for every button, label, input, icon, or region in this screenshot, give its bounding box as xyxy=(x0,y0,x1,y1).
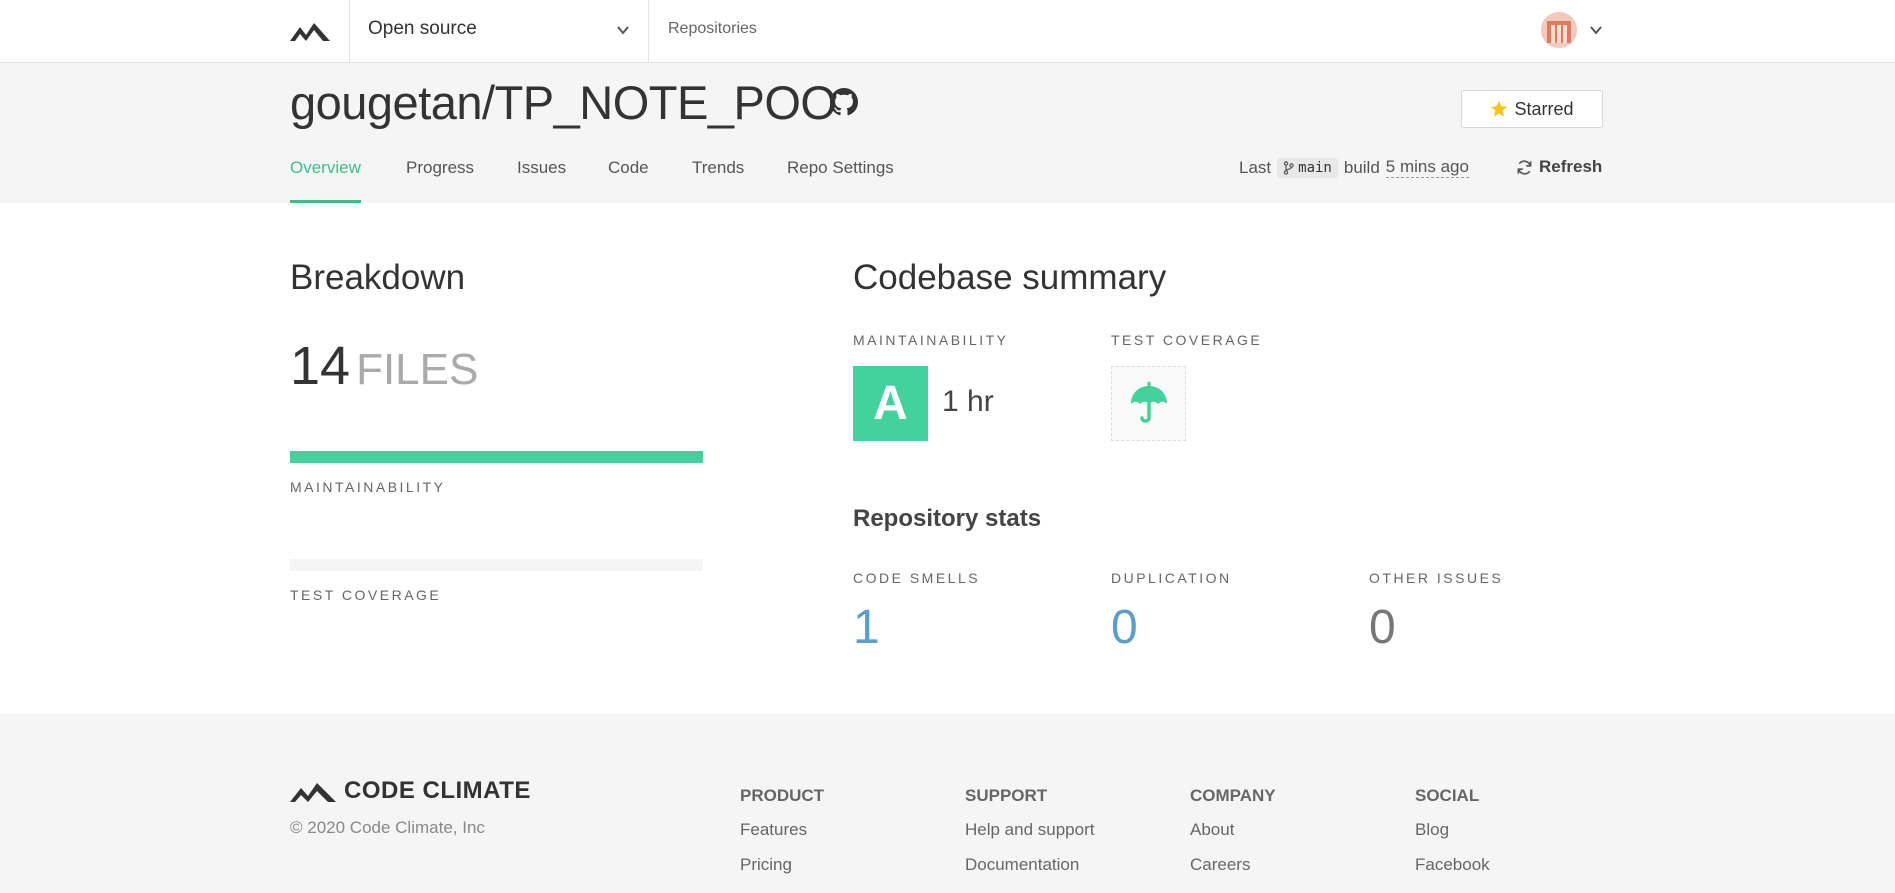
footer-column-support: SUPPORT Help and support Documentation xyxy=(965,786,1094,890)
chevron-down-icon xyxy=(617,26,629,35)
footer-link-help[interactable]: Help and support xyxy=(965,820,1094,840)
other-issues-label: OTHER ISSUES xyxy=(1369,570,1504,586)
refresh-label: Refresh xyxy=(1539,157,1603,176)
tab-repo-settings[interactable]: Repo Settings xyxy=(787,158,894,203)
umbrella-icon xyxy=(1130,381,1167,423)
nav-divider xyxy=(648,0,649,62)
footer-link-pricing[interactable]: Pricing xyxy=(740,855,824,875)
summary-maintainability-label: MAINTAINABILITY xyxy=(853,332,1009,348)
duplication-count[interactable]: 0 xyxy=(1111,600,1138,655)
top-navigation: Open source Repositories xyxy=(0,0,1895,63)
duplication-label: DUPLICATION xyxy=(1111,570,1232,586)
footer-link-features[interactable]: Features xyxy=(740,820,824,840)
maintainability-bar[interactable] xyxy=(290,451,703,463)
build-time-ago[interactable]: 5 mins ago xyxy=(1385,157,1469,178)
code-smells-label: CODE SMELLS xyxy=(853,570,981,586)
footer-column-company: COMPANY About Careers xyxy=(1190,786,1276,890)
copyright: © 2020 Code Climate, Inc xyxy=(290,818,485,837)
files-count-unit: FILES xyxy=(356,345,479,394)
footer-logo[interactable]: CODE CLIMATE xyxy=(290,777,531,805)
user-avatar-icon xyxy=(1541,12,1577,48)
footer-link-facebook[interactable]: Facebook xyxy=(1415,855,1490,875)
github-icon[interactable] xyxy=(830,88,858,116)
branch-name: main xyxy=(1298,159,1332,176)
footer-brand-name: CODE CLIMATE xyxy=(344,777,531,804)
files-count: 14 FILES xyxy=(290,335,478,397)
code-climate-logo-icon[interactable] xyxy=(290,17,330,43)
tab-trends[interactable]: Trends xyxy=(692,158,744,203)
test-coverage-placeholder[interactable] xyxy=(1111,366,1186,441)
avatar[interactable] xyxy=(1541,12,1577,48)
footer-link-documentation[interactable]: Documentation xyxy=(965,855,1094,875)
footer-column-social: SOCIAL Blog Facebook xyxy=(1415,786,1490,890)
footer-column-product: PRODUCT Features Pricing xyxy=(740,786,824,890)
git-branch-icon xyxy=(1283,160,1294,175)
footer-heading: SOCIAL xyxy=(1415,786,1480,805)
last-build-info: Last main build 5 mins ago xyxy=(1239,157,1469,178)
repo-header: gougetan/TP_NOTE_POO Starred Overview Pr… xyxy=(0,63,1895,203)
footer-heading: COMPANY xyxy=(1190,786,1276,805)
maintainability-remediation-time: 1 hr xyxy=(942,385,994,418)
star-button[interactable]: Starred xyxy=(1461,90,1603,128)
organization-select-label: Open source xyxy=(368,18,477,39)
footer-heading: PRODUCT xyxy=(740,786,825,805)
footer: CODE CLIMATE © 2020 Code Climate, Inc PR… xyxy=(0,714,1895,893)
breakdown-title: Breakdown xyxy=(290,258,466,297)
maintainability-grade-badge[interactable]: A xyxy=(853,366,928,441)
codebase-summary-title: Codebase summary xyxy=(853,258,1167,297)
nav-repositories-link[interactable]: Repositories xyxy=(668,20,757,38)
refresh-icon xyxy=(1517,159,1532,175)
maintainability-bar-fill xyxy=(290,451,703,463)
star-button-label: Starred xyxy=(1514,98,1574,119)
footer-heading: SUPPORT xyxy=(965,786,1048,805)
test-coverage-bar-label: TEST COVERAGE xyxy=(290,587,442,603)
repository-stats-title: Repository stats xyxy=(853,505,1042,532)
overview-content: Breakdown 14 FILES MAINTAINABILITY TEST C… xyxy=(0,203,1895,714)
tab-issues[interactable]: Issues xyxy=(517,158,566,203)
code-climate-logo-icon xyxy=(290,783,336,802)
maintainability-bar-label: MAINTAINABILITY xyxy=(290,479,446,495)
tab-overview[interactable]: Overview xyxy=(290,158,361,203)
test-coverage-bar[interactable] xyxy=(290,559,703,571)
files-count-number: 14 xyxy=(290,336,351,396)
star-icon xyxy=(1491,100,1508,117)
build-text: build xyxy=(1343,157,1380,177)
chevron-down-icon[interactable] xyxy=(1589,23,1603,37)
footer-link-blog[interactable]: Blog xyxy=(1415,820,1490,840)
build-last-text: Last xyxy=(1239,157,1272,177)
page-title: gougetan/TP_NOTE_POO xyxy=(290,76,837,129)
tab-progress[interactable]: Progress xyxy=(406,158,474,203)
summary-test-coverage-label: TEST COVERAGE xyxy=(1111,332,1263,348)
other-issues-count: 0 xyxy=(1369,601,1396,654)
footer-link-careers[interactable]: Careers xyxy=(1190,855,1276,875)
tab-code[interactable]: Code xyxy=(608,158,649,203)
code-smells-count[interactable]: 1 xyxy=(853,600,880,655)
refresh-button[interactable]: Refresh xyxy=(1516,157,1602,177)
organization-select[interactable]: Open source xyxy=(350,0,648,62)
footer-link-about[interactable]: About xyxy=(1190,820,1276,840)
branch-badge: main xyxy=(1277,157,1338,178)
